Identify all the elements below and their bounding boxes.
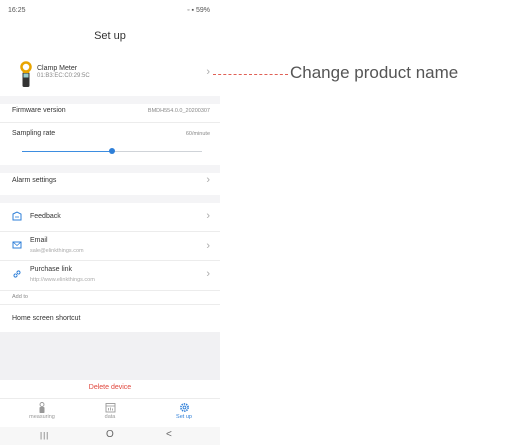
section-divider [0, 195, 220, 203]
sampling-slider-thumb[interactable] [109, 148, 115, 154]
add-to-label: Add to [12, 294, 28, 300]
divider [0, 122, 220, 123]
callout-line [213, 74, 288, 75]
alarm-label: Alarm settings [12, 177, 57, 184]
chevron-right-icon: › [206, 268, 210, 280]
feedback-label: Feedback [30, 213, 61, 220]
home-shortcut-row[interactable]: Home screen shortcut [12, 315, 80, 322]
sampling-value: 60/minute [185, 131, 210, 137]
battery-level: 59% [195, 7, 210, 14]
purchase-label: Purchase link [30, 266, 73, 273]
divider [0, 290, 220, 291]
divider [0, 304, 220, 305]
email-value: sale@elinkthings.com [30, 248, 84, 254]
firmware-value: BMDH554.0.0_20200307 [147, 108, 210, 114]
email-label: Email [30, 237, 48, 244]
section-divider [0, 96, 220, 104]
sampling-slider-fill [22, 151, 112, 152]
clamp-meter-icon [20, 61, 32, 87]
feedback-icon [12, 211, 22, 221]
system-nav-bar: ||| O < [0, 427, 220, 445]
callout-text: Change product name [290, 63, 459, 82]
tab-data[interactable]: data [80, 399, 140, 420]
chevron-right-icon: › [206, 174, 210, 186]
firmware-label: Firmware version [12, 107, 66, 114]
status-time: 16:25 [8, 7, 26, 14]
recent-apps-button[interactable]: ||| [40, 431, 49, 440]
meter-icon [39, 402, 45, 413]
empty-area [0, 332, 220, 380]
tab-label: Set up [176, 414, 192, 420]
bottom-tab-bar: measuring data Set up [0, 398, 220, 427]
section-divider [0, 165, 220, 173]
page-title: Set up [94, 30, 126, 42]
signal-icon: ▪ [191, 7, 195, 14]
status-bar: 16:25 ◦ ▪ 59% [0, 0, 220, 22]
sampling-label: Sampling rate [12, 130, 56, 137]
gear-icon [179, 403, 189, 412]
wifi-icon: ◦ [187, 7, 190, 14]
tab-measuring[interactable]: measuring [12, 399, 72, 420]
delete-device-button[interactable]: Delete device [0, 384, 220, 391]
chevron-right-icon: › [206, 240, 210, 252]
divider [0, 231, 220, 232]
email-icon [12, 241, 22, 249]
home-button[interactable]: O [106, 429, 114, 440]
device-row[interactable]: Clamp Meter 01:B3:EC:C0:29:5C › [0, 55, 220, 95]
tab-label: data [104, 414, 116, 420]
phone-screen: 16:25 ◦ ▪ 59% Set up Clamp Meter 01:B3:E… [0, 0, 220, 445]
device-mac: 01:B3:EC:C0:29:5C [37, 73, 90, 79]
calendar-icon [105, 403, 115, 413]
tab-set-up[interactable]: Set up [154, 399, 214, 420]
status-icons: ◦ ▪ 59% [187, 7, 210, 14]
divider [0, 260, 220, 261]
tab-label: measuring [29, 414, 55, 420]
link-icon [13, 270, 21, 278]
chevron-right-icon: › [206, 66, 210, 78]
chevron-right-icon: › [206, 210, 210, 222]
purchase-value: http://www.elinkthings.com [30, 277, 95, 283]
device-name: Clamp Meter [37, 65, 78, 72]
back-button[interactable]: < [166, 429, 172, 440]
